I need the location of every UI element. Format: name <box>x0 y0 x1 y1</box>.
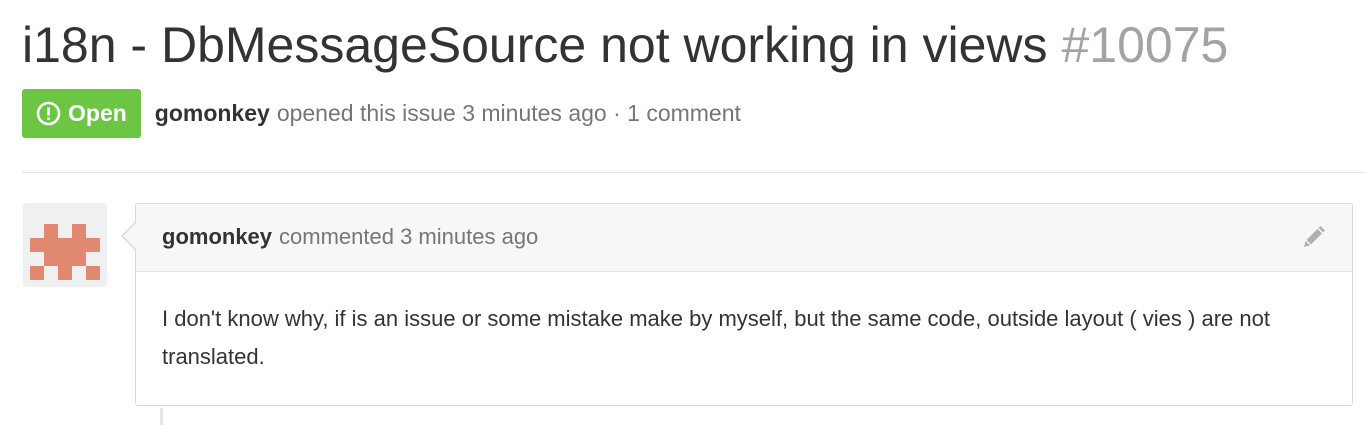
issue-opened-text: opened this issue 3 minutes ago · 1 comm… <box>276 100 741 126</box>
comment-timestamp[interactable]: commented 3 minutes ago <box>279 224 538 249</box>
issue-title: i18n - DbMessageSource not working in vi… <box>22 12 1228 78</box>
comment-author-link[interactable]: gomonkey <box>162 224 272 249</box>
comment-header: gomonkey commented 3 minutes ago <box>136 204 1352 272</box>
comment: gomonkey commented 3 minutes ago I don't … <box>135 203 1353 406</box>
timeline-line <box>160 408 163 425</box>
issue-page: i18n - DbMessageSource not working in vi… <box>0 0 1365 425</box>
identicon-avatar-icon <box>30 224 100 280</box>
comment-body: I don't know why, if is an issue or some… <box>162 306 1270 369</box>
header-divider <box>22 172 1365 173</box>
issue-opened-info: gomonkey opened this issue 3 minutes ago … <box>155 100 741 127</box>
issue-number: #10075 <box>1061 17 1229 73</box>
avatar[interactable] <box>23 203 107 287</box>
issue-meta: Open gomonkey opened this issue 3 minutes… <box>22 89 741 138</box>
issue-opened-icon <box>36 101 61 126</box>
issue-state-badge: Open <box>22 89 141 138</box>
comment-header-text: gomonkey commented 3 minutes ago <box>162 224 538 250</box>
pencil-icon[interactable] <box>1300 225 1326 251</box>
issue-author-link[interactable]: gomonkey <box>155 100 270 126</box>
comment-pointer-fill <box>123 223 136 249</box>
issue-title-text: i18n - DbMessageSource not working in vi… <box>22 17 1048 73</box>
issue-state-label: Open <box>68 100 127 126</box>
